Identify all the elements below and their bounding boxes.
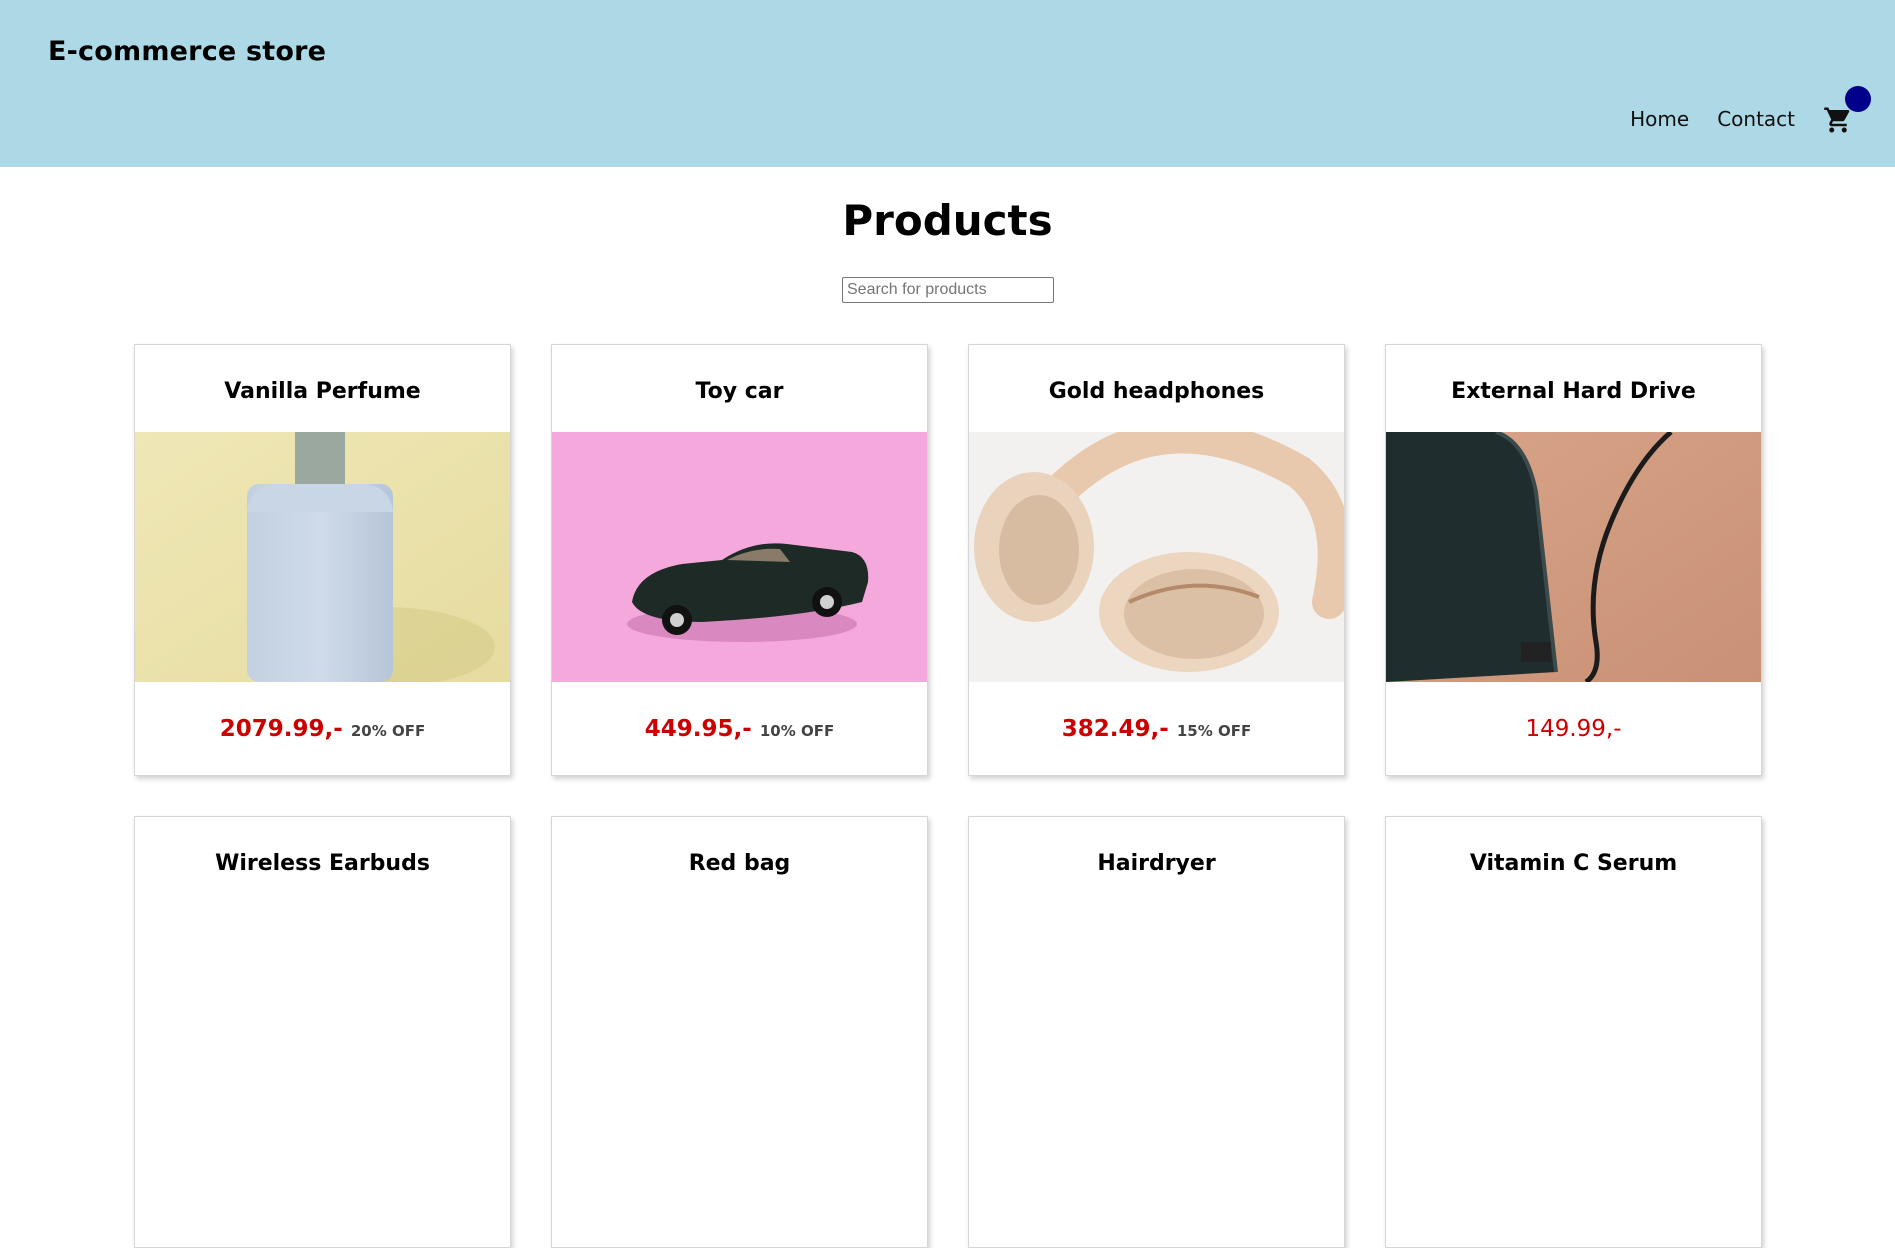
- product-image-hard-drive: [1386, 432, 1761, 682]
- product-price: 2079.99,-: [219, 715, 343, 742]
- product-card[interactable]: Vitamin C Serum: [1385, 816, 1762, 1248]
- product-image-headphones: [969, 432, 1344, 682]
- product-name: External Hard Drive: [1451, 379, 1696, 404]
- price-row: 2079.99,- 20% OFF: [135, 682, 510, 775]
- page-title: Products: [842, 196, 1053, 245]
- top-header: E-commerce store Home Contact: [0, 0, 1895, 167]
- product-card[interactable]: Hairdryer: [968, 816, 1345, 1248]
- product-price: 149.99,-: [1525, 715, 1622, 742]
- product-grid: Vanilla Perfume 2079.99,- 20% OFF Toy ca…: [134, 344, 1763, 1248]
- product-card[interactable]: Vanilla Perfume 2079.99,- 20% OFF: [134, 344, 511, 776]
- shopping-cart-icon: [1824, 107, 1850, 133]
- product-price: 449.95,-: [644, 715, 752, 742]
- product-card[interactable]: Toy car 449.95,- 10% OFF: [551, 344, 928, 776]
- product-card[interactable]: External Hard Drive 149.99,-: [1385, 344, 1762, 776]
- price-row: 149.99,-: [1386, 682, 1761, 775]
- product-name: Toy car: [695, 379, 784, 404]
- product-card[interactable]: Gold headphones 382.49,- 15% OFF: [968, 344, 1345, 776]
- product-name: Wireless Earbuds: [215, 851, 430, 876]
- nav-link-contact[interactable]: Contact: [1717, 100, 1795, 138]
- price-row: 449.95,- 10% OFF: [552, 682, 927, 775]
- discount-badge: 10% OFF: [759, 721, 835, 740]
- main-nav: Home Contact: [1630, 86, 1871, 138]
- discount-badge: 15% OFF: [1176, 721, 1252, 740]
- product-name: Gold headphones: [1048, 379, 1265, 404]
- cart-button[interactable]: [1823, 86, 1871, 138]
- product-name: Red bag: [688, 851, 791, 876]
- price-row: 382.49,- 15% OFF: [969, 682, 1344, 775]
- product-card[interactable]: Red bag: [551, 816, 928, 1248]
- product-price: 382.49,-: [1061, 715, 1169, 742]
- product-name: Vanilla Perfume: [224, 379, 421, 404]
- brand-title: E-commerce store: [48, 36, 327, 67]
- nav-link-home[interactable]: Home: [1630, 100, 1689, 138]
- search-input[interactable]: [842, 277, 1054, 303]
- product-card[interactable]: Wireless Earbuds: [134, 816, 511, 1248]
- product-image-toy-car: [552, 432, 927, 682]
- product-name: Vitamin C Serum: [1469, 851, 1678, 876]
- discount-badge: 20% OFF: [350, 721, 426, 740]
- product-image-perfume: [135, 432, 510, 682]
- cart-badge: [1845, 86, 1871, 112]
- product-name: Hairdryer: [1097, 851, 1216, 876]
